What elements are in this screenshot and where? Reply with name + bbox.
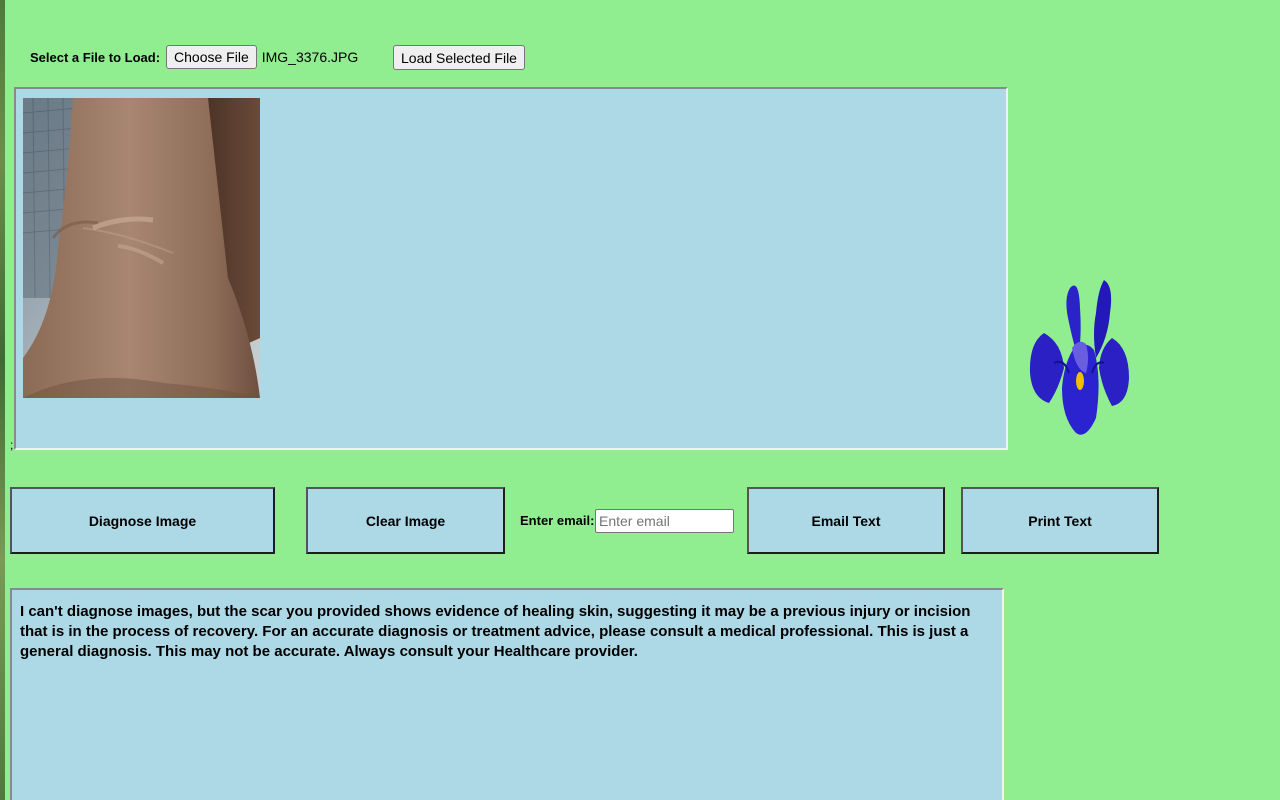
iris-flower-graphic bbox=[1029, 280, 1129, 435]
skin-photo-illustration bbox=[23, 98, 260, 398]
email-label: Enter email: bbox=[520, 513, 595, 528]
clear-image-button[interactable]: Clear Image bbox=[306, 487, 505, 554]
stray-text: ; bbox=[10, 438, 14, 452]
email-input[interactable] bbox=[595, 509, 734, 533]
selected-file-name: IMG_3376.JPG bbox=[261, 49, 359, 65]
file-loader-row: Select a File to Load: Choose File IMG_3… bbox=[30, 44, 358, 70]
loaded-skin-photo bbox=[23, 98, 260, 398]
load-selected-file-button[interactable]: Load Selected File bbox=[393, 45, 525, 70]
email-text-button[interactable]: Email Text bbox=[747, 487, 945, 554]
print-text-button[interactable]: Print Text bbox=[961, 487, 1159, 554]
diagnose-image-button[interactable]: Diagnose Image bbox=[10, 487, 275, 554]
diagnosis-result-text: I can't diagnose images, but the scar yo… bbox=[20, 603, 971, 660]
choose-file-button[interactable]: Choose File bbox=[166, 45, 257, 69]
file-loader-label: Select a File to Load: bbox=[30, 49, 161, 65]
background-window-edge bbox=[0, 0, 5, 800]
iris-flower-icon bbox=[1024, 278, 1134, 440]
diagnosis-result-panel[interactable]: I can't diagnose images, but the scar yo… bbox=[10, 588, 1004, 800]
